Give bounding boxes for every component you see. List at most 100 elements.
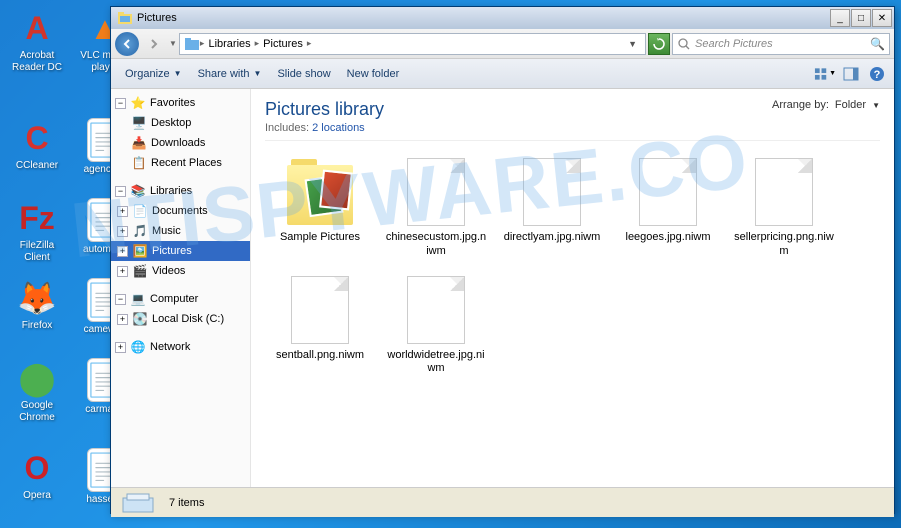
breadcrumb-libraries[interactable]: Libraries xyxy=(204,38,254,50)
icon-label: Opera xyxy=(23,490,51,502)
preview-pane-button[interactable] xyxy=(840,64,862,84)
file-label: worldwidetree.jpg.niwm xyxy=(385,349,487,377)
file-item[interactable]: worldwidetree.jpg.niwm xyxy=(381,269,491,381)
organize-menu[interactable]: Organize▼ xyxy=(117,64,190,84)
file-item[interactable]: directlyam.jpg.niwm xyxy=(497,151,607,263)
search-box[interactable]: Search Pictures 🔍 xyxy=(672,33,890,55)
expand-icon: + xyxy=(115,342,126,353)
documents-icon: 📄 xyxy=(132,203,148,219)
disk-icon: 💽 xyxy=(132,311,148,327)
pane-icon xyxy=(843,67,859,81)
address-bar[interactable]: ▸ Libraries ▸ Pictures ▸ ▼ xyxy=(179,33,646,55)
desktop-icon-firefox[interactable]: 🦊 Firefox xyxy=(6,278,68,332)
sidebar-music[interactable]: +🎵Music xyxy=(111,221,250,241)
svg-text:?: ? xyxy=(874,69,881,81)
sidebar-pictures[interactable]: +🖼️Pictures xyxy=(111,241,250,261)
network-icon: 🌐 xyxy=(130,339,146,355)
close-button[interactable]: ✕ xyxy=(872,9,892,27)
refresh-icon xyxy=(653,38,665,50)
file-icon xyxy=(407,276,465,344)
app-icon: ⬤ xyxy=(17,358,57,398)
file-item[interactable]: sellerpricing.png.niwm xyxy=(729,151,839,263)
location-icon xyxy=(184,36,200,52)
file-icon xyxy=(523,158,581,226)
pictures-folder-icon xyxy=(117,10,133,26)
collapse-icon: − xyxy=(115,294,126,305)
minimize-button[interactable]: _ xyxy=(830,9,850,27)
help-button[interactable]: ? xyxy=(866,64,888,84)
file-item[interactable]: Sample Pictures xyxy=(265,151,375,263)
expand-icon: + xyxy=(117,314,128,325)
breadcrumb-pictures[interactable]: Pictures xyxy=(259,38,307,50)
desktop-icon: 🖥️ xyxy=(131,115,147,131)
desktop-icon-filezilla-client[interactable]: FzFileZilla Client xyxy=(6,198,68,264)
icon-label: FileZilla Client xyxy=(6,240,68,264)
refresh-button[interactable] xyxy=(648,33,670,55)
file-label: directlyam.jpg.niwm xyxy=(504,231,601,245)
sidebar-downloads[interactable]: 📥Downloads xyxy=(111,133,250,153)
expand-icon: + xyxy=(117,266,128,277)
search-go-icon[interactable]: 🔍 xyxy=(870,37,885,51)
app-icon: 🦊 xyxy=(17,278,57,318)
address-dropdown[interactable]: ▼ xyxy=(624,39,641,49)
locations-link[interactable]: 2 locations xyxy=(312,122,365,134)
expand-icon: + xyxy=(117,206,128,217)
status-bar: 7 items xyxy=(111,487,894,517)
network-group[interactable]: +🌐Network xyxy=(111,337,250,357)
help-icon: ? xyxy=(869,66,885,82)
computer-group[interactable]: −💻Computer xyxy=(111,289,250,309)
page-subtitle: Includes: 2 locations xyxy=(265,122,384,134)
files-grid: Sample Pictures chinesecustom.jpg.niwm dir… xyxy=(265,151,880,380)
file-icon xyxy=(755,158,813,226)
forward-button[interactable] xyxy=(141,32,167,56)
library-header: Pictures library Includes: 2 locations A… xyxy=(265,99,880,141)
sidebar-recent[interactable]: 📋Recent Places xyxy=(111,153,250,173)
search-icon xyxy=(677,37,691,51)
icon-label: Firefox xyxy=(22,320,53,332)
share-menu[interactable]: Share with▼ xyxy=(190,64,270,84)
sidebar-videos[interactable]: +🎬Videos xyxy=(111,261,250,281)
view-options-button[interactable]: ▼ xyxy=(814,64,836,84)
window-title: Pictures xyxy=(137,12,830,24)
slideshow-button[interactable]: Slide show xyxy=(269,64,338,84)
favorites-group[interactable]: −⭐Favorites xyxy=(111,93,250,113)
toolbar: Organize▼ Share with▼ Slide show New fol… xyxy=(111,59,894,89)
desktop-icon-ccleaner[interactable]: C CCleaner xyxy=(6,118,68,172)
file-label: leegoes.jpg.niwm xyxy=(626,231,711,245)
file-icon xyxy=(291,276,349,344)
sidebar-local-disk[interactable]: +💽Local Disk (C:) xyxy=(111,309,250,329)
file-item[interactable]: leegoes.jpg.niwm xyxy=(613,151,723,263)
sidebar-documents[interactable]: +📄Documents xyxy=(111,201,250,221)
computer-icon: 💻 xyxy=(130,291,146,307)
desktop-icon-google-chrome[interactable]: ⬤Google Chrome xyxy=(6,358,68,424)
library-icon xyxy=(121,492,157,514)
file-label: sentball.png.niwm xyxy=(276,349,364,363)
expand-icon: + xyxy=(117,226,128,237)
recent-icon: 📋 xyxy=(131,155,147,171)
arrange-by[interactable]: Arrange by: Folder ▼ xyxy=(772,99,880,111)
arrow-left-icon xyxy=(120,37,134,51)
icon-label: Acrobat Reader DC xyxy=(6,50,68,74)
navigation-pane: −⭐Favorites 🖥️Desktop 📥Downloads 📋Recent… xyxy=(111,89,251,487)
search-placeholder: Search Pictures xyxy=(695,38,870,50)
collapse-icon: − xyxy=(115,186,126,197)
file-list-pane[interactable]: Pictures library Includes: 2 locations A… xyxy=(251,89,894,487)
libraries-group[interactable]: −📚Libraries xyxy=(111,181,250,201)
chevron-right-icon: ▸ xyxy=(307,38,312,49)
desktop-icon-opera[interactable]: OOpera xyxy=(6,448,68,502)
music-icon: 🎵 xyxy=(132,223,148,239)
file-icon xyxy=(639,158,697,226)
desktop-icon-acrobat-reader-dc[interactable]: AAcrobat Reader DC xyxy=(6,8,68,74)
icon-label: CCleaner xyxy=(16,160,58,172)
back-button[interactable] xyxy=(115,32,139,56)
app-icon: C xyxy=(17,118,57,158)
file-item[interactable]: chinesecustom.jpg.niwm xyxy=(381,151,491,263)
new-folder-button[interactable]: New folder xyxy=(339,64,408,84)
sidebar-desktop[interactable]: 🖥️Desktop xyxy=(111,113,250,133)
maximize-button[interactable]: □ xyxy=(851,9,871,27)
file-item[interactable]: sentball.png.niwm xyxy=(265,269,375,381)
file-label: chinesecustom.jpg.niwm xyxy=(385,231,487,259)
titlebar[interactable]: Pictures _ □ ✕ xyxy=(111,7,894,29)
pictures-icon: 🖼️ xyxy=(132,243,148,259)
history-dropdown[interactable]: ▼ xyxy=(169,39,177,48)
